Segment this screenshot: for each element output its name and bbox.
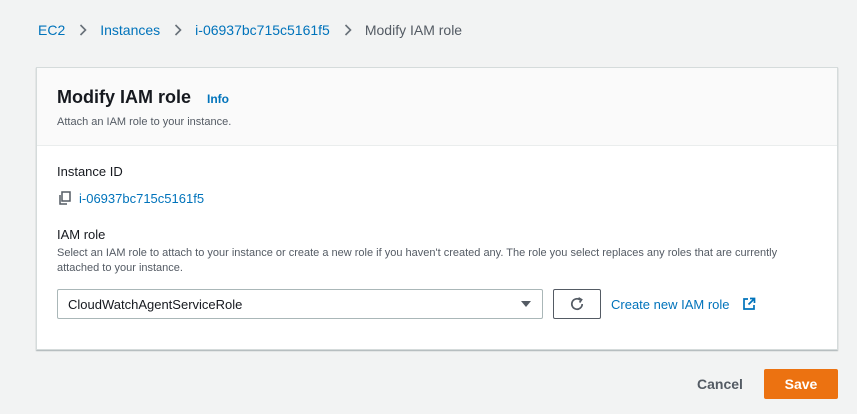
breadcrumb-instances[interactable]: Instances: [100, 22, 160, 38]
breadcrumb-current: Modify IAM role: [364, 22, 463, 38]
caret-down-icon: [520, 300, 532, 308]
copy-icon[interactable]: [57, 190, 73, 206]
breadcrumb-instance-id[interactable]: i-06937bc715c5161f5: [195, 22, 330, 38]
refresh-button[interactable]: [553, 289, 601, 319]
breadcrumb: EC2 Instances i-06937bc715c5161f5 Modify…: [38, 21, 462, 39]
chevron-right-icon: [79, 24, 87, 36]
chevron-right-icon: [344, 24, 352, 36]
modify-iam-role-panel: Modify IAM role Info Attach an IAM role …: [36, 67, 838, 350]
cancel-button[interactable]: Cancel: [697, 376, 743, 392]
iam-role-selected-value: CloudWatchAgentServiceRole: [68, 296, 243, 312]
instance-id-label: Instance ID: [57, 164, 123, 179]
breadcrumb-ec2[interactable]: EC2: [38, 22, 65, 38]
info-link[interactable]: Info: [207, 92, 229, 106]
panel-description: Attach an IAM role to your instance.: [57, 116, 232, 128]
refresh-icon: [569, 296, 585, 312]
instance-id-link[interactable]: i-06937bc715c5161f5: [79, 191, 204, 206]
instance-id-row: i-06937bc715c5161f5: [57, 190, 817, 206]
create-new-iam-role-link[interactable]: Create new IAM role: [611, 297, 756, 312]
iam-role-controls: CloudWatchAgentServiceRole Create new IA…: [57, 289, 817, 319]
iam-role-description: Select an IAM role to attach to your ins…: [57, 247, 778, 274]
chevron-right-icon: [174, 24, 182, 36]
create-new-iam-role-label: Create new IAM role: [611, 296, 730, 312]
panel-body: Instance ID i-06937bc715c5161f5 IAM role…: [37, 146, 837, 319]
save-button[interactable]: Save: [764, 369, 838, 399]
iam-role-select[interactable]: CloudWatchAgentServiceRole: [57, 289, 543, 319]
iam-role-label: IAM role: [57, 227, 106, 242]
panel-title: Modify IAM role: [57, 87, 191, 107]
panel-header: Modify IAM role Info Attach an IAM role …: [37, 68, 837, 146]
external-link-icon: [742, 297, 756, 311]
